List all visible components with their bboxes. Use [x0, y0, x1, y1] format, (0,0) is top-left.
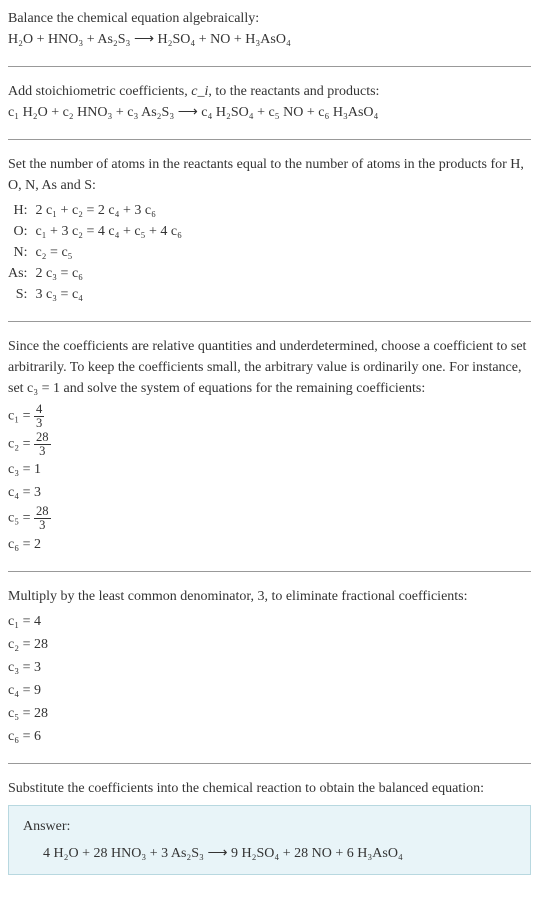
coeff-c3: c₃ = 1: [8, 459, 531, 480]
element-equation: c₁ + 3 c₂ = 4 c₄ + c₅ + 4 c₆: [35, 221, 182, 242]
element-equation: c₂ = c₅: [35, 242, 182, 263]
solve-intro: Since the coefficients are relative quan…: [8, 336, 531, 399]
element-label: O:: [8, 221, 35, 242]
section-solve-fractional: Since the coefficients are relative quan…: [8, 336, 531, 555]
fractional-coefficients: c₁ = 43 c₂ = 283 c₃ = 1 c₄ = 3 c₅ = 283 …: [8, 403, 531, 555]
divider: [8, 571, 531, 572]
divider: [8, 66, 531, 67]
lhs: c₂ =: [8, 437, 34, 452]
coeff-c2: c₂ = 28: [8, 634, 531, 655]
fraction: 43: [34, 403, 44, 429]
answer-equation: 4 H₂O + 28 HNO₃ + 3 As₂S₃ ⟶ 9 H₂SO₄ + 28…: [23, 843, 516, 864]
answer-label: Answer:: [23, 816, 516, 837]
coeff-c5: c₅ = 28: [8, 703, 531, 724]
atom-equation-table: H: 2 c₁ + c₂ = 2 c₄ + 3 c₆ O: c₁ + 3 c₂ …: [8, 200, 182, 305]
coeff-c6: c₆ = 6: [8, 726, 531, 747]
section-problem: Balance the chemical equation algebraica…: [8, 8, 531, 50]
atom-intro: Set the number of atoms in the reactants…: [8, 154, 531, 196]
coeff-c4: c₄ = 3: [8, 482, 531, 503]
coeff-equation: c₁ H₂O + c₂ HNO₃ + c₃ As₂S₃ ⟶ c₄ H₂SO₄ +…: [8, 102, 531, 123]
eq-row-n: N: c₂ = c₅: [8, 242, 182, 263]
element-equation: 2 c₁ + c₂ = 2 c₄ + 3 c₆: [35, 200, 182, 221]
section-atom-equations: Set the number of atoms in the reactants…: [8, 154, 531, 305]
element-equation: 2 c₃ = c₆: [35, 263, 182, 284]
answer-box: Answer: 4 H₂O + 28 HNO₃ + 3 As₂S₃ ⟶ 9 H₂…: [8, 805, 531, 875]
lhs: c₅ =: [8, 511, 34, 526]
divider: [8, 763, 531, 764]
eq-row-as: As: 2 c₃ = c₆: [8, 263, 182, 284]
denominator: 3: [34, 445, 51, 458]
element-label: S:: [8, 284, 35, 305]
problem-equation: H₂O + HNO₃ + As₂S₃ ⟶ H₂SO₄ + NO + H₃AsO₄: [8, 29, 531, 50]
element-equation: 3 c₃ = c₄: [35, 284, 182, 305]
numerator: 28: [34, 431, 51, 445]
coeff-c6: c₆ = 2: [8, 534, 531, 555]
coeff-c2: c₂ = 283: [8, 431, 531, 457]
coeff-intro: Add stoichiometric coefficients, c_i, to…: [8, 81, 531, 102]
integer-coefficients: c₁ = 4 c₂ = 28 c₃ = 3 c₄ = 9 c₅ = 28 c₆ …: [8, 611, 531, 747]
element-label: N:: [8, 242, 35, 263]
divider: [8, 139, 531, 140]
denominator: 3: [34, 519, 51, 532]
divider: [8, 321, 531, 322]
numerator: 4: [34, 403, 44, 417]
integer-intro: Multiply by the least common denominator…: [8, 586, 531, 607]
ci-symbol: c_i: [191, 84, 208, 99]
text: , to the reactants and products:: [208, 84, 379, 99]
denominator: 3: [34, 417, 44, 430]
section-coefficients: Add stoichiometric coefficients, c_i, to…: [8, 81, 531, 123]
coeff-c1: c₁ = 4: [8, 611, 531, 632]
coeff-c1: c₁ = 43: [8, 403, 531, 429]
section-integer-coefficients: Multiply by the least common denominator…: [8, 586, 531, 747]
answer-intro: Substitute the coefficients into the che…: [8, 778, 531, 799]
numerator: 28: [34, 505, 51, 519]
section-answer: Substitute the coefficients into the che…: [8, 778, 531, 875]
fraction: 283: [34, 431, 51, 457]
eq-row-s: S: 3 c₃ = c₄: [8, 284, 182, 305]
eq-row-h: H: 2 c₁ + c₂ = 2 c₄ + 3 c₆: [8, 200, 182, 221]
element-label: H:: [8, 200, 35, 221]
problem-intro: Balance the chemical equation algebraica…: [8, 8, 531, 29]
lhs: c₁ =: [8, 408, 34, 423]
text: Add stoichiometric coefficients,: [8, 84, 191, 99]
eq-row-o: O: c₁ + 3 c₂ = 4 c₄ + c₅ + 4 c₆: [8, 221, 182, 242]
element-label: As:: [8, 263, 35, 284]
coeff-c5: c₅ = 283: [8, 505, 531, 531]
fraction: 283: [34, 505, 51, 531]
coeff-c3: c₃ = 3: [8, 657, 531, 678]
coeff-c4: c₄ = 9: [8, 680, 531, 701]
